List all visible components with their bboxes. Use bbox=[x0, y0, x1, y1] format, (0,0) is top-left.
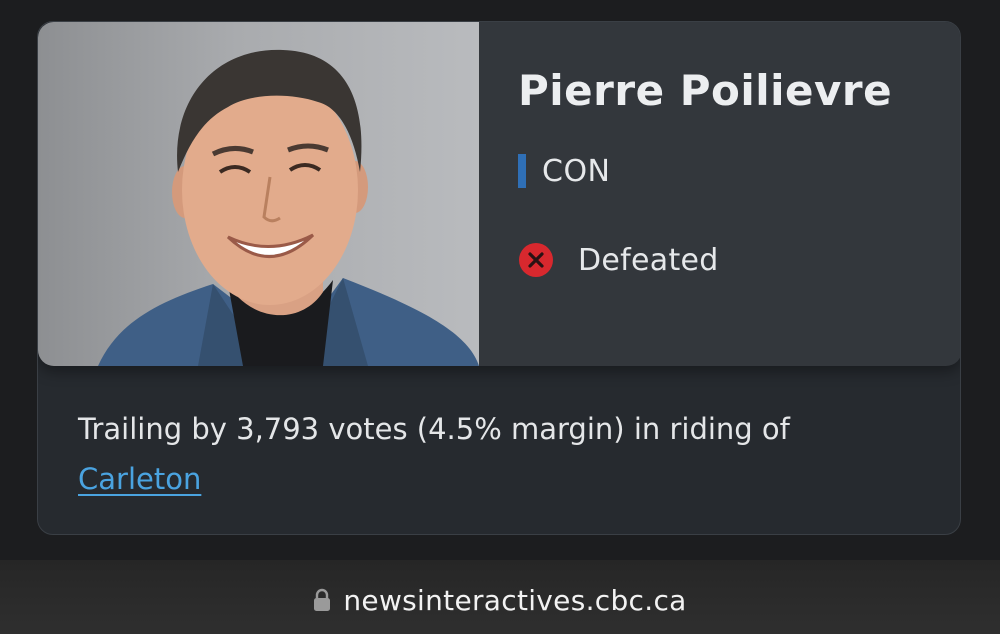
result-summary: Trailing by 3,793 votes (4.5% margin) in… bbox=[78, 404, 938, 504]
party-color-bar bbox=[518, 154, 526, 188]
url-text: newsinteractives.cbc.ca bbox=[343, 583, 687, 617]
x-circle-icon bbox=[519, 243, 553, 277]
candidate-name: Pierre Poilievre bbox=[518, 66, 893, 115]
candidate-card: Pierre Poilievre CON Defeated Trailing b… bbox=[37, 21, 961, 535]
result-text: Trailing by 3,793 votes (4.5% margin) in… bbox=[78, 404, 938, 504]
page: Pierre Poilievre CON Defeated Trailing b… bbox=[0, 0, 1000, 634]
riding-link[interactable]: Carleton bbox=[78, 462, 201, 496]
candidate-photo bbox=[38, 22, 479, 366]
lock-icon bbox=[314, 588, 331, 611]
party-label: CON bbox=[542, 153, 611, 189]
candidate-portrait-icon bbox=[98, 49, 479, 366]
status-label: Defeated bbox=[578, 242, 719, 278]
url-display[interactable]: newsinteractives.cbc.ca bbox=[313, 584, 686, 617]
party-row: CON bbox=[518, 153, 611, 189]
status-row: Defeated bbox=[518, 240, 719, 280]
browser-url-bar[interactable]: newsinteractives.cbc.ca bbox=[0, 560, 1000, 634]
candidate-info: Pierre Poilievre CON Defeated bbox=[518, 22, 960, 366]
margin-summary: Trailing by 3,793 votes (4.5% margin) in… bbox=[78, 412, 790, 446]
candidate-header: Pierre Poilievre CON Defeated bbox=[38, 22, 960, 366]
